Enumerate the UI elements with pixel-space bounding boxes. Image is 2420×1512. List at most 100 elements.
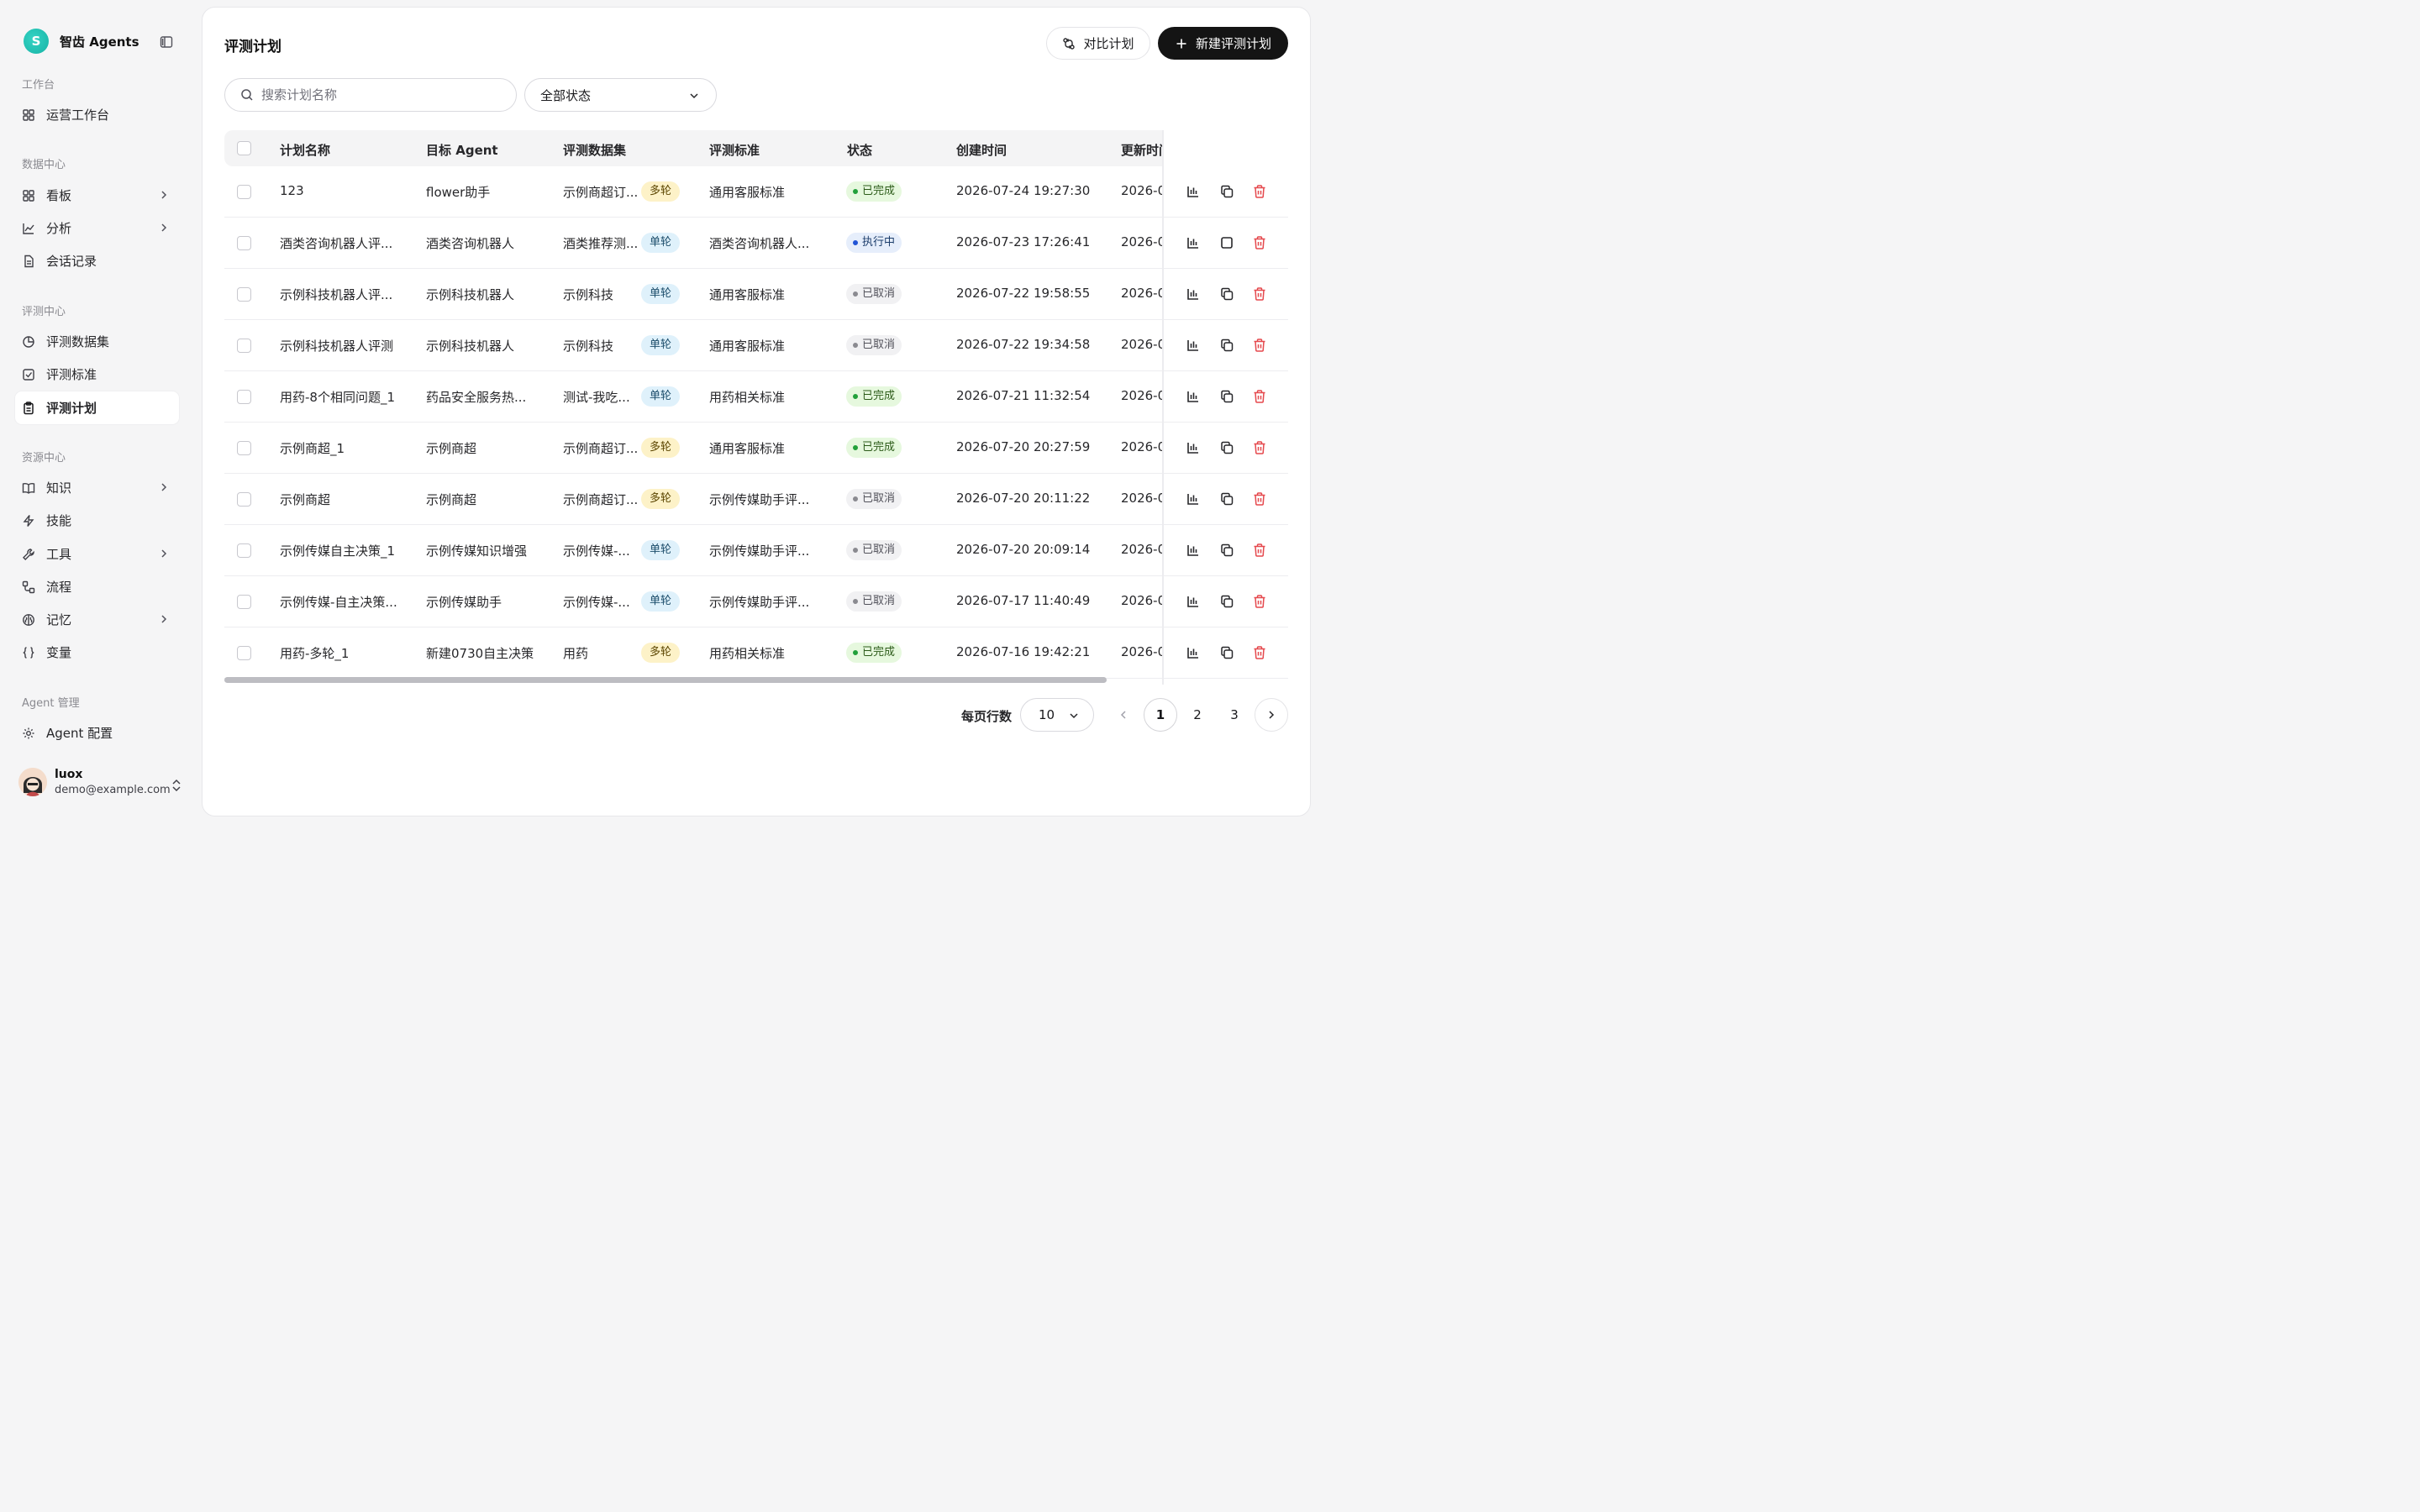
cell-plan-name[interactable]: 示例传媒-自主决策... xyxy=(280,593,397,611)
copy-icon[interactable] xyxy=(1219,286,1234,302)
sidebar-item-tools[interactable]: 工具 xyxy=(15,538,179,570)
view-report-icon[interactable] xyxy=(1186,491,1201,507)
delete-icon[interactable] xyxy=(1252,543,1267,558)
view-report-icon[interactable] xyxy=(1186,286,1201,302)
sidebar-toggle-icon[interactable] xyxy=(160,35,173,49)
next-page-button[interactable] xyxy=(1255,698,1288,732)
cell-plan-name[interactable]: 用药-8个相同问题_1 xyxy=(280,388,395,406)
cell-dataset: 用药 xyxy=(563,646,589,661)
cell-plan-name[interactable]: 酒类咨询机器人评... xyxy=(280,234,392,252)
row-checkbox[interactable] xyxy=(237,236,251,250)
table-row[interactable]: 用药-8个相同问题_1 药品安全服务热... 测试-我吃... 单轮 用药相关标准 已完成… xyxy=(224,371,1288,423)
view-report-icon[interactable] xyxy=(1186,543,1201,558)
row-checkbox[interactable] xyxy=(237,390,251,404)
view-report-icon[interactable] xyxy=(1186,440,1201,455)
sidebar-item-eval-standards[interactable]: 评测标准 xyxy=(15,358,179,391)
sidebar-item-eval-plans[interactable]: 评测计划 xyxy=(15,391,179,424)
copy-icon[interactable] xyxy=(1219,389,1234,404)
sidebar-item-knowledge[interactable]: 知识 xyxy=(15,471,179,504)
horizontal-scrollbar[interactable] xyxy=(224,677,1288,684)
view-report-icon[interactable] xyxy=(1186,338,1201,353)
search-field[interactable] xyxy=(224,78,517,112)
table-row[interactable]: 酒类咨询机器人评... 酒类咨询机器人 酒类推荐测... 单轮 酒类咨询机器人... 执行… xyxy=(224,218,1288,269)
row-divider xyxy=(1164,319,1288,320)
copy-icon[interactable] xyxy=(1219,594,1234,609)
page-button-2[interactable]: 2 xyxy=(1181,698,1214,732)
sidebar-item-ops-workbench[interactable]: 运营工作台 xyxy=(15,98,179,131)
row-divider xyxy=(1164,268,1288,269)
row-checkbox[interactable] xyxy=(237,595,251,609)
cell-standard: 示例传媒助手评... xyxy=(709,492,810,507)
user-profile[interactable]: luox demo@example.com xyxy=(18,768,171,796)
cell-plan-name[interactable]: 示例科技机器人评... xyxy=(280,286,392,303)
search-input[interactable] xyxy=(261,87,497,102)
status-filter-select[interactable]: 全部状态 xyxy=(524,78,717,112)
table-row[interactable]: 示例传媒-自主决策... 示例传媒助手 示例传媒-... 单轮 示例传媒助手评... 已取… xyxy=(224,576,1288,627)
chevron-up-down-icon[interactable] xyxy=(171,778,182,793)
delete-icon[interactable] xyxy=(1252,338,1267,353)
sidebar-item-skills[interactable]: 技能 xyxy=(15,504,179,537)
row-checkbox[interactable] xyxy=(237,185,251,199)
brand[interactable]: S 智齿 Agents xyxy=(24,29,139,54)
row-checkbox[interactable] xyxy=(237,339,251,353)
delete-icon[interactable] xyxy=(1252,184,1267,199)
prev-page-button[interactable] xyxy=(1107,698,1140,732)
status-badge: 已取消 xyxy=(846,335,902,355)
delete-icon[interactable] xyxy=(1252,235,1267,250)
copy-icon[interactable] xyxy=(1219,440,1234,455)
per-page-select[interactable]: 10 xyxy=(1020,698,1094,732)
delete-icon[interactable] xyxy=(1252,491,1267,507)
horizontal-scrollbar-thumb[interactable] xyxy=(224,677,1107,683)
sidebar-item-agent-config[interactable]: Agent 配置 xyxy=(15,717,179,749)
table-row[interactable]: 示例科技机器人评... 示例科技机器人 示例科技 单轮 通用客服标准 已取消 2026-07… xyxy=(224,269,1288,320)
delete-icon[interactable] xyxy=(1252,594,1267,609)
table-row[interactable]: 示例商超_1 示例商超 示例商超订... 多轮 通用客服标准 已完成 2026-07-20 … xyxy=(224,423,1288,474)
copy-icon[interactable] xyxy=(1219,184,1234,199)
cell-plan-name[interactable]: 用药-多轮_1 xyxy=(280,644,349,662)
table-row[interactable]: 123 flower助手 示例商超订... 多轮 通用客服标准 已完成 2026-07-24… xyxy=(224,166,1288,218)
cell-plan-name[interactable]: 示例科技机器人评测 xyxy=(280,337,393,354)
view-report-icon[interactable] xyxy=(1186,594,1201,609)
row-checkbox[interactable] xyxy=(237,287,251,302)
copy-icon[interactable] xyxy=(1219,491,1234,507)
stop-icon[interactable] xyxy=(1219,235,1234,250)
sidebar-item-analysis[interactable]: 分析 xyxy=(15,212,179,244)
delete-icon[interactable] xyxy=(1252,389,1267,404)
cell-standard: 酒类咨询机器人... xyxy=(709,236,810,251)
page-button-3[interactable]: 3 xyxy=(1218,698,1251,732)
sidebar-item-eval-datasets[interactable]: 评测数据集 xyxy=(15,325,179,358)
row-checkbox[interactable] xyxy=(237,441,251,455)
view-report-icon[interactable] xyxy=(1186,389,1201,404)
view-report-icon[interactable] xyxy=(1186,235,1201,250)
cell-plan-name[interactable]: 示例商超 xyxy=(280,491,330,508)
new-eval-plan-button[interactable]: 新建评测计划 xyxy=(1158,27,1288,60)
view-report-icon[interactable] xyxy=(1186,645,1201,660)
sidebar-item-conversations[interactable]: 会话记录 xyxy=(15,244,179,277)
cell-plan-name[interactable]: 123 xyxy=(280,183,304,198)
status-text: 已完成 xyxy=(862,646,896,659)
delete-icon[interactable] xyxy=(1252,440,1267,455)
sidebar-item-memory[interactable]: 记忆 xyxy=(15,603,179,636)
delete-icon[interactable] xyxy=(1252,645,1267,660)
row-checkbox[interactable] xyxy=(237,646,251,660)
copy-icon[interactable] xyxy=(1219,543,1234,558)
sidebar-item-dashboard[interactable]: 看板 xyxy=(15,179,179,212)
table-row[interactable]: 示例科技机器人评测 示例科技机器人 示例科技 单轮 通用客服标准 已取消 2026-07-2… xyxy=(224,320,1288,371)
sidebar-item-workflow[interactable]: 流程 xyxy=(15,570,179,603)
copy-icon[interactable] xyxy=(1219,645,1234,660)
sidebar-item-label: 运营工作台 xyxy=(46,108,110,123)
page-button-1[interactable]: 1 xyxy=(1144,698,1177,732)
table-row[interactable]: 示例商超 示例商超 示例商超订... 多轮 示例传媒助手评... 已取消 2026-07-2… xyxy=(224,474,1288,525)
table-row[interactable]: 用药-多轮_1 新建0730自主决策 用药 多轮 用药相关标准 已完成 2026-07-16… xyxy=(224,627,1288,679)
cell-plan-name[interactable]: 示例传媒自主决策_1 xyxy=(280,542,395,559)
row-checkbox[interactable] xyxy=(237,543,251,558)
view-report-icon[interactable] xyxy=(1186,184,1201,199)
cell-plan-name[interactable]: 示例商超_1 xyxy=(280,439,345,457)
delete-icon[interactable] xyxy=(1252,286,1267,302)
row-checkbox[interactable] xyxy=(237,492,251,507)
compare-plans-button[interactable]: 对比计划 xyxy=(1046,27,1150,60)
table-row[interactable]: 示例传媒自主决策_1 示例传媒知识增强 示例传媒-... 单轮 示例传媒助手评... 已取… xyxy=(224,525,1288,576)
sidebar-item-variables[interactable]: 变量 xyxy=(15,636,179,669)
select-all-checkbox[interactable] xyxy=(237,141,251,155)
copy-icon[interactable] xyxy=(1219,338,1234,353)
